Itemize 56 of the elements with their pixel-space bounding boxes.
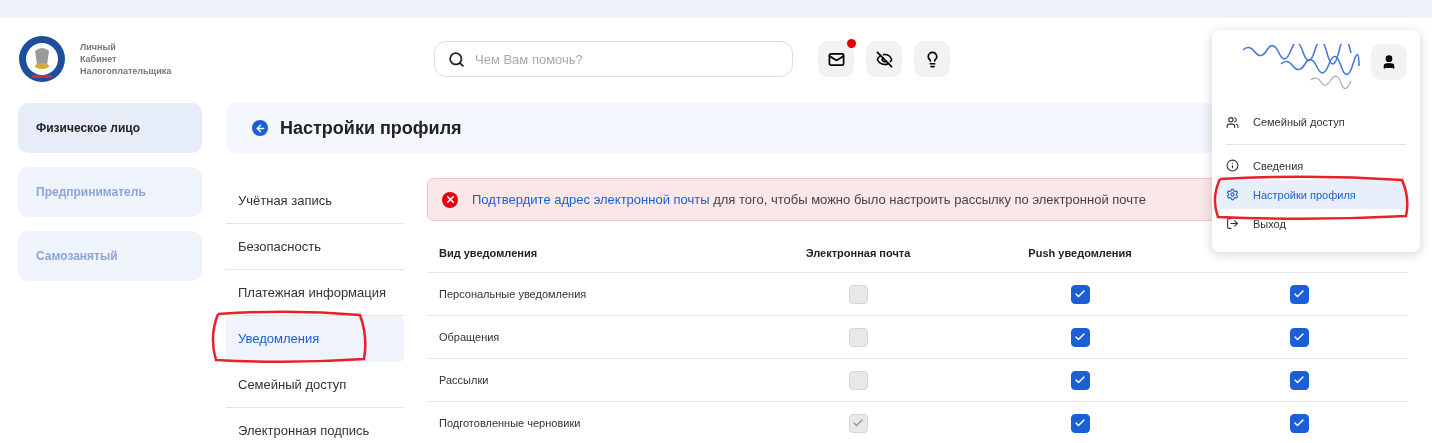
settings-nav-item[interactable]: Семейный доступ: [226, 362, 404, 408]
info-icon: [1226, 159, 1239, 172]
logout-icon: [1226, 217, 1239, 230]
user-icon: [1381, 54, 1397, 70]
settings-nav-item[interactable]: Уведомления: [226, 316, 404, 362]
emblem-drawing: [18, 35, 66, 83]
search-icon: [448, 51, 465, 68]
check-icon: [1074, 417, 1086, 429]
checkbox[interactable]: [1289, 284, 1309, 304]
search-field[interactable]: Чем Вам помочь?: [434, 41, 793, 77]
checkbox[interactable]: [1070, 284, 1090, 304]
menu-item[interactable]: Семейный доступ: [1218, 104, 1407, 140]
checkbox[interactable]: [1070, 413, 1090, 433]
check-icon: [1074, 331, 1086, 343]
menu-item[interactable]: Выход: [1218, 209, 1407, 238]
check-icon: [1293, 417, 1305, 429]
eye-off-icon: [875, 50, 893, 68]
checkbox[interactable]: [1070, 327, 1090, 347]
alert-message: Подтвердите адрес электронной почты для того, чтобы можно было настроить рассылку по электронной почте: [472, 192, 1147, 207]
column-header: Электронная почта: [804, 246, 912, 259]
mail-icon: [827, 50, 845, 68]
checkbox[interactable]: [1289, 370, 1309, 390]
check-icon: [1293, 331, 1305, 343]
notification-type: Персональные уведомления: [438, 288, 588, 300]
notification-type: Обращения: [438, 331, 501, 343]
menu-item[interactable]: Настройки профиля: [1218, 180, 1407, 209]
eye-off-button[interactable]: [866, 41, 902, 77]
page-title: Настройки профиля: [280, 117, 462, 139]
check-icon: [852, 417, 864, 429]
column-header: Push уведомления: [1027, 246, 1133, 259]
users-icon: [1226, 115, 1239, 129]
bulb-button[interactable]: [914, 41, 950, 77]
check-icon: [1074, 374, 1086, 386]
menu-item[interactable]: Сведения: [1218, 151, 1407, 180]
profile-button[interactable]: [1371, 44, 1407, 80]
column-header: Вид уведомления: [438, 246, 539, 259]
checkbox[interactable]: [1289, 413, 1309, 433]
checkbox[interactable]: [1070, 370, 1090, 390]
check-icon: [1293, 288, 1305, 300]
back-icon[interactable]: [252, 120, 268, 136]
logo-text: Личный: [80, 41, 117, 53]
notification-type: Рассылки: [438, 374, 490, 386]
check-icon: [1293, 374, 1305, 386]
error-icon: [442, 191, 458, 208]
settings-nav-item[interactable]: Учётная запись: [226, 178, 404, 224]
settings-icon: [1226, 188, 1239, 201]
settings-nav-item[interactable]: Безопасность: [226, 224, 404, 270]
notification-type: Подготовленные черновики: [438, 417, 582, 429]
settings-nav-item[interactable]: Электронная подпись: [226, 408, 404, 443]
account-type-tab[interactable]: Физическое лицо: [18, 103, 202, 153]
checkbox[interactable]: [1289, 327, 1309, 347]
confirm-email-link[interactable]: Подтвердите адрес электронной почты: [472, 192, 710, 207]
logo-text: Кабинет: [80, 53, 118, 65]
logo-text: Налогоплательщика: [80, 65, 172, 77]
check-icon: [1074, 288, 1086, 300]
mail-button[interactable]: [818, 41, 854, 77]
